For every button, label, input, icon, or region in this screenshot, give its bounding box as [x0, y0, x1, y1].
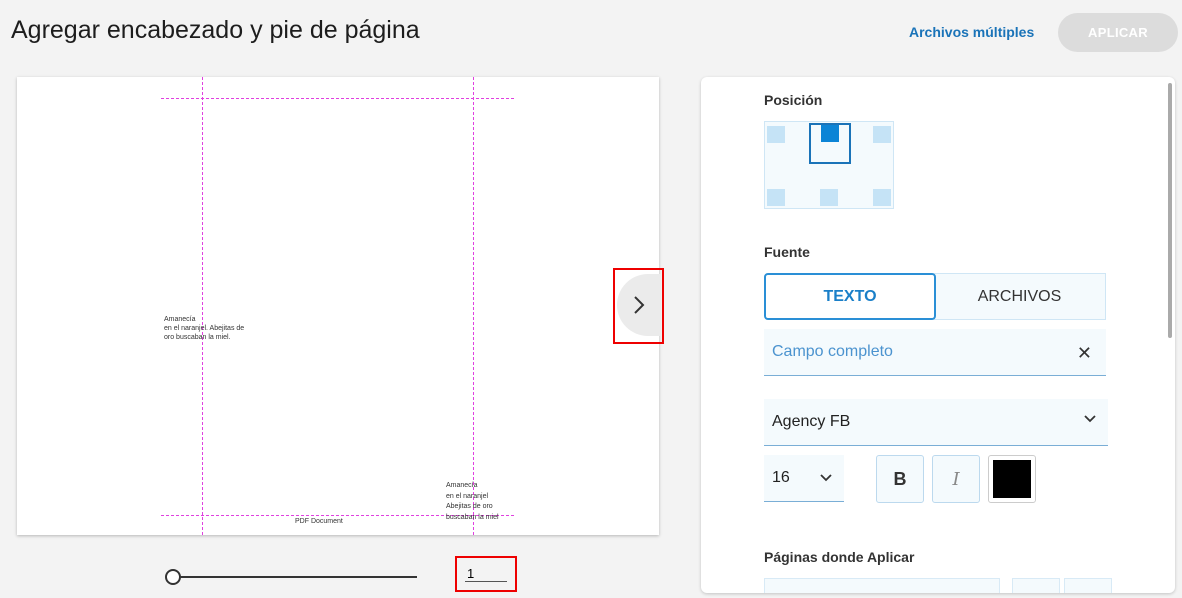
left-margin-guide	[202, 77, 203, 535]
position-top-center[interactable]	[821, 125, 839, 142]
footer-text-center: PDF Document	[295, 518, 343, 525]
close-icon[interactable]: ✕	[1077, 343, 1092, 364]
position-label: Posición	[764, 92, 823, 108]
source-label: Fuente	[764, 244, 810, 260]
multiple-files-link[interactable]: Archivos múltiples	[909, 24, 1034, 40]
font-size-value: 16	[772, 469, 790, 486]
position-top-left[interactable]	[767, 126, 785, 143]
font-select[interactable]: Agency FB	[764, 399, 1108, 446]
chevron-down-icon	[820, 474, 832, 482]
pages-option-button-1[interactable]	[1012, 578, 1060, 593]
page-slider-thumb[interactable]	[165, 569, 181, 585]
pdf-page: Amanecía en el naranjel. Abejitas de oro…	[161, 77, 514, 535]
bold-button[interactable]: B	[876, 455, 924, 503]
highlight-next-page	[613, 268, 664, 344]
chevron-down-icon	[1084, 415, 1096, 423]
font-size-select[interactable]: 16	[764, 455, 844, 502]
page-number-input[interactable]	[465, 566, 507, 582]
tab-files[interactable]: ARCHIVOS	[934, 273, 1106, 320]
position-bottom-left[interactable]	[767, 189, 785, 206]
position-top-center-frame[interactable]	[809, 123, 851, 164]
position-grid	[764, 121, 894, 209]
tab-text[interactable]: TEXTO	[764, 273, 936, 320]
apply-button[interactable]: APLICAR	[1058, 13, 1178, 52]
pages-option-button-2[interactable]	[1064, 578, 1112, 593]
position-top-right[interactable]	[873, 126, 891, 143]
position-bottom-center[interactable]	[820, 189, 838, 206]
footer-text-right: Amanecía en el naranjel Abejitas de oro …	[446, 482, 499, 521]
pages-label: Páginas donde Aplicar	[764, 549, 915, 565]
color-picker-button[interactable]	[988, 455, 1036, 503]
page-slider-track[interactable]	[172, 576, 417, 578]
top-margin-guide	[161, 98, 514, 99]
content-field-value: Campo completo	[772, 343, 893, 360]
pages-field[interactable]	[764, 578, 1000, 593]
page-title: Agregar encabezado y pie de página	[11, 16, 420, 44]
pdf-preview: Amanecía en el naranjel. Abejitas de oro…	[17, 77, 659, 535]
page-number-box	[455, 556, 517, 592]
color-swatch	[993, 460, 1031, 498]
position-bottom-right[interactable]	[873, 189, 891, 206]
right-margin-guide	[473, 77, 474, 535]
header-text-left: Amanecía en el naranjel. Abejitas de oro…	[164, 316, 245, 341]
settings-panel: Posición Fuente TEXTO ARCHIVOS Campo com…	[701, 77, 1175, 593]
italic-button[interactable]: I	[932, 455, 980, 503]
content-field[interactable]: Campo completo ✕	[764, 329, 1106, 376]
font-select-value: Agency FB	[772, 413, 851, 430]
scrollbar[interactable]	[1168, 83, 1172, 338]
